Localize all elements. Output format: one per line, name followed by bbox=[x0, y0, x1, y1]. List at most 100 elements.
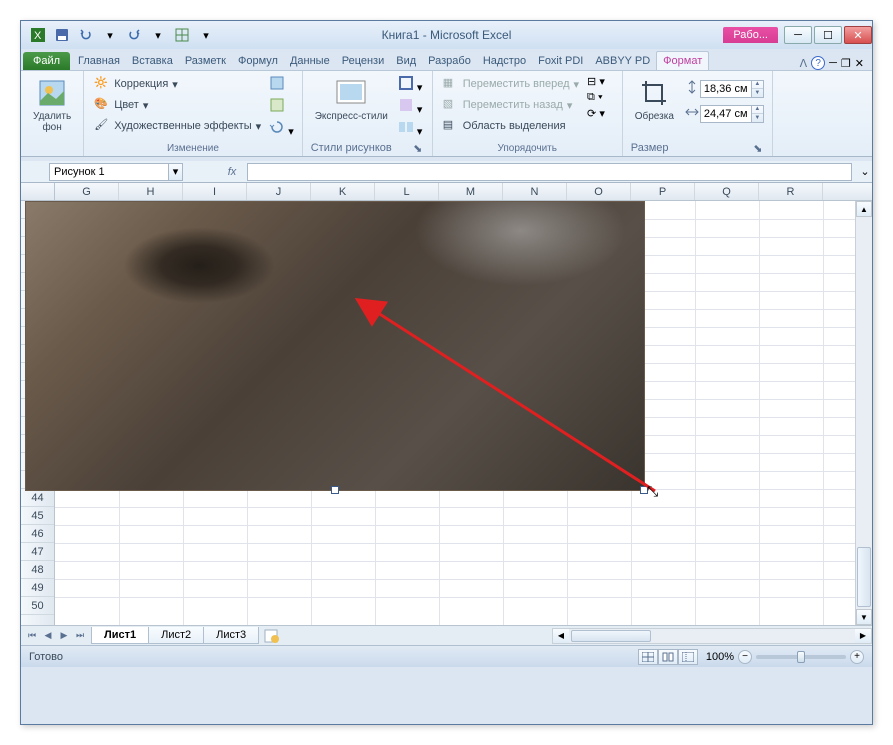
fx-button[interactable]: fx bbox=[223, 163, 241, 181]
scroll-left-icon[interactable]: ◀ bbox=[553, 629, 569, 643]
col-header[interactable]: Q bbox=[695, 183, 759, 200]
qat-customize-icon[interactable]: ▾ bbox=[198, 27, 214, 43]
window-minimize-icon[interactable]: ─ bbox=[829, 57, 837, 69]
sheet-tab[interactable]: Лист2 bbox=[148, 627, 204, 644]
width-input[interactable] bbox=[700, 105, 752, 123]
col-header[interactable]: O bbox=[567, 183, 631, 200]
express-styles-button[interactable]: Экспресс-стили bbox=[311, 75, 392, 124]
formula-input[interactable] bbox=[247, 163, 852, 181]
sheet-tab-active[interactable]: Лист1 bbox=[91, 627, 149, 644]
scroll-down-icon[interactable]: ▼ bbox=[856, 609, 872, 625]
row-header[interactable]: 48 bbox=[21, 561, 54, 579]
change-picture-icon[interactable] bbox=[269, 97, 294, 116]
file-tab[interactable]: Файл bbox=[23, 52, 70, 70]
col-header[interactable]: M bbox=[439, 183, 503, 200]
compress-icon[interactable] bbox=[269, 75, 294, 94]
scroll-right-icon[interactable]: ▶ bbox=[855, 629, 871, 643]
row-header[interactable]: 47 bbox=[21, 543, 54, 561]
group-objects-icon[interactable]: ⧉ ▾ bbox=[587, 91, 605, 104]
tab-data[interactable]: Данные bbox=[284, 52, 336, 70]
tab-addins[interactable]: Надстро bbox=[477, 52, 532, 70]
tab-format[interactable]: Формат bbox=[656, 51, 709, 70]
resize-handle-bottom[interactable] bbox=[331, 486, 339, 494]
scroll-up-icon[interactable]: ▲ bbox=[856, 201, 872, 217]
grid-icon[interactable] bbox=[174, 27, 190, 43]
tab-insert[interactable]: Вставка bbox=[126, 52, 179, 70]
col-header[interactable]: K bbox=[311, 183, 375, 200]
dialog-launcher-icon[interactable]: ⬊ bbox=[412, 142, 424, 154]
window-restore-icon[interactable]: ❐ bbox=[841, 57, 851, 70]
last-sheet-icon[interactable]: ⏭ bbox=[73, 629, 87, 643]
picture-border-icon[interactable]: ▾ bbox=[398, 75, 423, 94]
zoom-out-button[interactable]: − bbox=[738, 650, 752, 664]
remove-background-button[interactable]: Удалить фон bbox=[29, 75, 75, 135]
picture-layout-icon[interactable]: ▾ bbox=[398, 119, 423, 138]
tab-abbyy[interactable]: ABBYY PD bbox=[589, 52, 656, 70]
tab-view[interactable]: Вид bbox=[390, 52, 422, 70]
col-header[interactable]: L bbox=[375, 183, 439, 200]
tab-pagelayout[interactable]: Разметк bbox=[179, 52, 232, 70]
zoom-thumb[interactable] bbox=[797, 651, 805, 663]
picture-effects-icon[interactable]: ▾ bbox=[398, 97, 423, 116]
color-button[interactable]: 🎨Цвет ▾ bbox=[92, 96, 263, 114]
next-sheet-icon[interactable]: ▶ bbox=[57, 629, 71, 643]
new-sheet-button[interactable] bbox=[262, 628, 282, 644]
col-header[interactable]: J bbox=[247, 183, 311, 200]
col-header[interactable]: G bbox=[55, 183, 119, 200]
qat-dropdown-icon[interactable]: ▾ bbox=[102, 27, 118, 43]
page-layout-view-button[interactable] bbox=[658, 649, 678, 665]
sheet-tab[interactable]: Лист3 bbox=[203, 627, 259, 644]
tab-formulas[interactable]: Формул bbox=[232, 52, 284, 70]
zoom-slider[interactable] bbox=[756, 655, 846, 659]
row-header[interactable]: 49 bbox=[21, 579, 54, 597]
scroll-thumb[interactable] bbox=[571, 630, 651, 642]
redo-icon[interactable] bbox=[126, 27, 142, 43]
vertical-scrollbar[interactable]: ▲ ▼ bbox=[855, 201, 872, 625]
row-header[interactable]: 45 bbox=[21, 507, 54, 525]
horizontal-scrollbar[interactable]: ◀ ▶ bbox=[552, 628, 872, 644]
minimize-ribbon-icon[interactable]: ᐱ bbox=[800, 57, 808, 70]
artistic-effects-button[interactable]: 🖌Художественные эффекты ▾ bbox=[92, 117, 263, 135]
selection-pane-button[interactable]: ▤Область выделения bbox=[441, 117, 581, 135]
name-box[interactable]: Рисунок 1 bbox=[49, 163, 169, 181]
qat-dropdown-icon[interactable]: ▾ bbox=[150, 27, 166, 43]
height-spinner[interactable]: ▲▼ bbox=[752, 80, 764, 98]
maximize-button[interactable]: ☐ bbox=[814, 26, 842, 44]
zoom-in-button[interactable]: + bbox=[850, 650, 864, 664]
col-header[interactable]: H bbox=[119, 183, 183, 200]
dialog-launcher-icon[interactable]: ⬊ bbox=[752, 142, 764, 154]
width-spinner[interactable]: ▲▼ bbox=[752, 105, 764, 123]
tab-developer[interactable]: Разрабо bbox=[422, 52, 477, 70]
name-box-dropdown[interactable]: ▾ bbox=[169, 163, 183, 181]
row-header[interactable]: 50 bbox=[21, 597, 54, 615]
zoom-level[interactable]: 100% bbox=[706, 651, 734, 663]
bring-forward-button[interactable]: ▦Переместить вперед ▾ bbox=[441, 75, 581, 93]
first-sheet-icon[interactable]: ⏮ bbox=[25, 629, 39, 643]
normal-view-button[interactable] bbox=[638, 649, 658, 665]
select-all-corner[interactable] bbox=[21, 183, 55, 200]
close-button[interactable]: ✕ bbox=[844, 26, 872, 44]
scroll-thumb[interactable] bbox=[857, 547, 871, 607]
crop-button[interactable]: Обрезка bbox=[631, 75, 678, 124]
window-close-icon[interactable]: ✕ bbox=[855, 57, 864, 70]
tab-foxit[interactable]: Foxit PDI bbox=[532, 52, 589, 70]
height-input[interactable] bbox=[700, 80, 752, 98]
corrections-button[interactable]: 🔆Коррекция ▾ bbox=[92, 75, 263, 93]
row-header[interactable]: 46 bbox=[21, 525, 54, 543]
col-header[interactable]: N bbox=[503, 183, 567, 200]
row-header[interactable]: 44 bbox=[21, 489, 54, 507]
col-header[interactable]: R bbox=[759, 183, 823, 200]
page-break-view-button[interactable] bbox=[678, 649, 698, 665]
minimize-button[interactable]: ─ bbox=[784, 26, 812, 44]
align-icon[interactable]: ⊟ ▾ bbox=[587, 75, 605, 88]
inserted-picture[interactable] bbox=[25, 201, 645, 491]
reset-picture-icon[interactable]: ▾ bbox=[269, 119, 294, 138]
col-header[interactable]: I bbox=[183, 183, 247, 200]
help-icon[interactable]: ? bbox=[811, 56, 825, 70]
save-icon[interactable] bbox=[54, 27, 70, 43]
tab-review[interactable]: Рецензи bbox=[336, 52, 391, 70]
formula-bar-expand-icon[interactable]: ⌄ bbox=[858, 163, 872, 181]
send-backward-button[interactable]: ▧Переместить назад ▾ bbox=[441, 96, 581, 114]
tab-home[interactable]: Главная bbox=[72, 52, 126, 70]
rotate-icon[interactable]: ⟳ ▾ bbox=[587, 107, 605, 120]
